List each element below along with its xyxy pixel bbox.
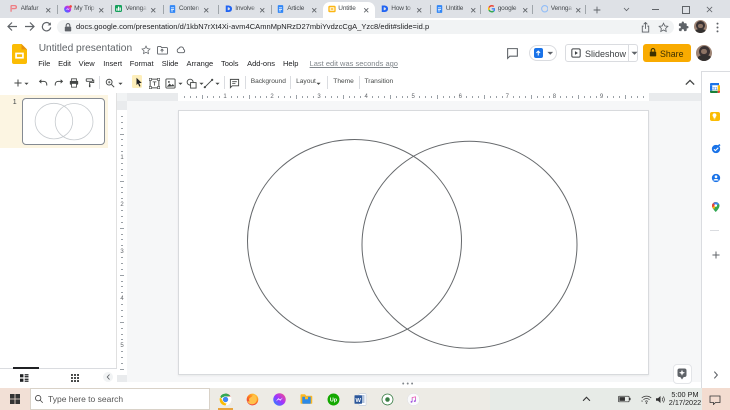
svg-text:Up: Up: [330, 397, 338, 403]
svg-text:31: 31: [712, 86, 718, 92]
svg-text:W: W: [356, 397, 362, 403]
